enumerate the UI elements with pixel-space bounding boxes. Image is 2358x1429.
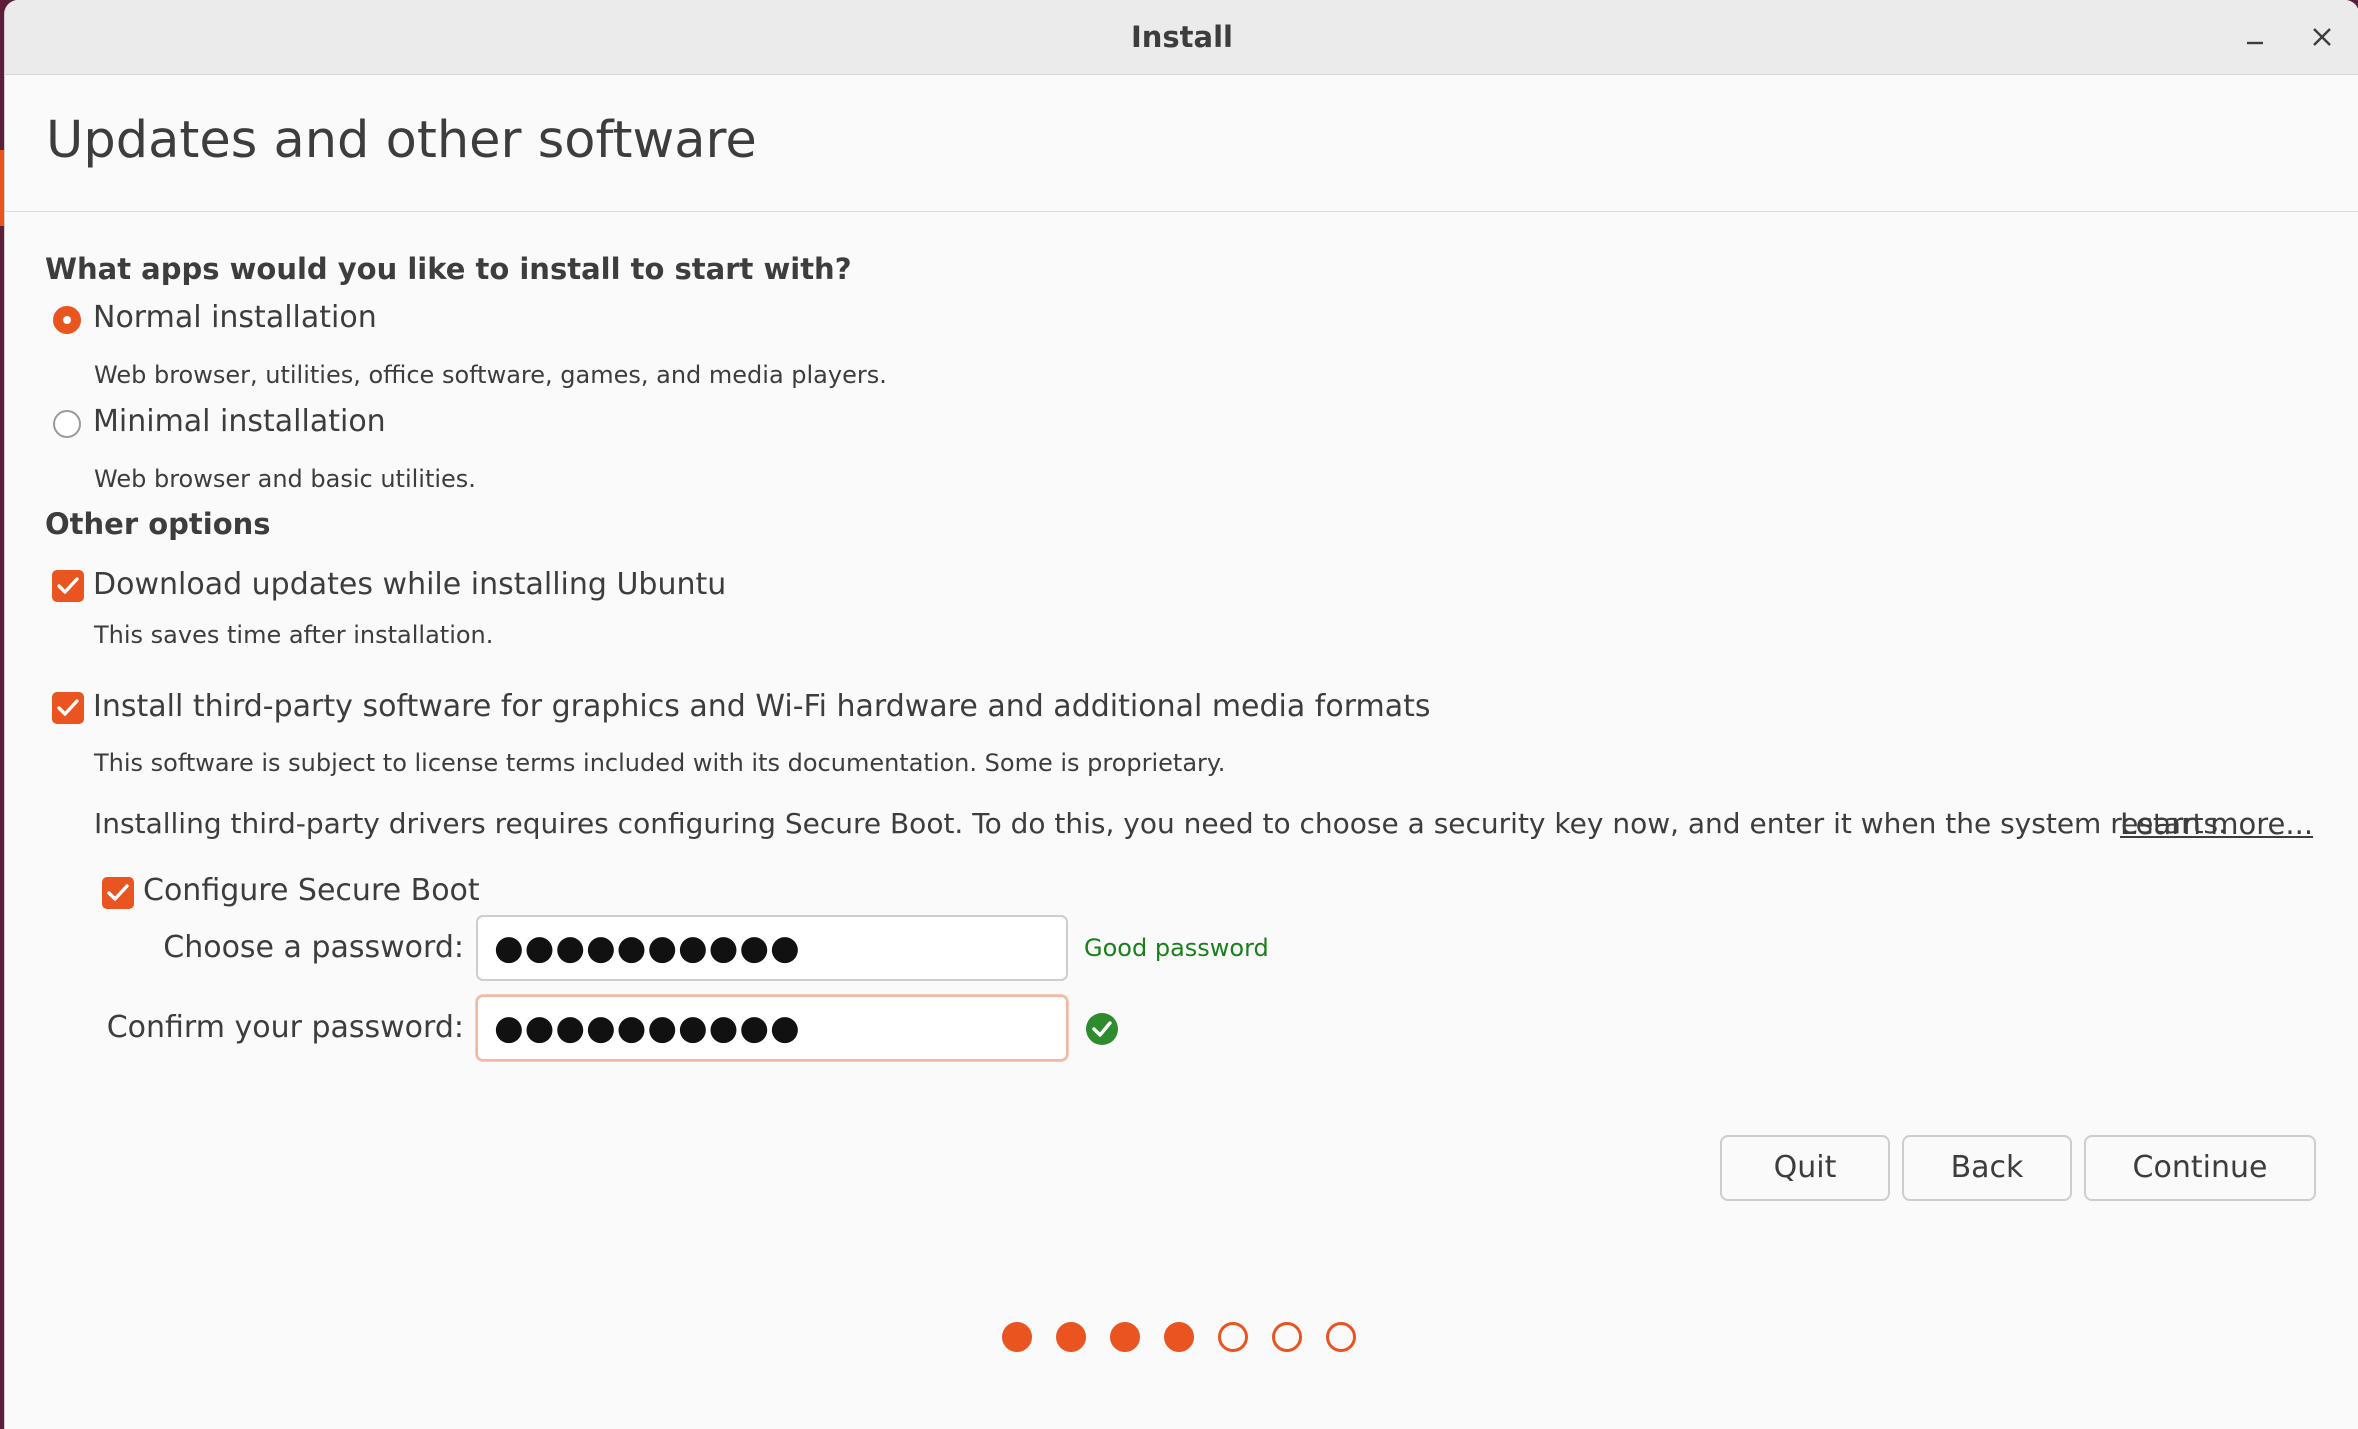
- progress-dot-2: [1056, 1322, 1086, 1352]
- secure-boot-note: Installing third-party drivers requires …: [94, 807, 2228, 840]
- other-options-title: Other options: [45, 507, 271, 541]
- third-party-description: This software is subject to license term…: [94, 749, 1226, 777]
- window-title: Install: [1130, 20, 1233, 54]
- minimal-installation-label[interactable]: Minimal installation: [93, 404, 386, 439]
- page-title: Updates and other software: [46, 111, 757, 170]
- checkmark-icon: [107, 884, 129, 901]
- quit-button[interactable]: Quit: [1720, 1135, 1890, 1201]
- confirm-password-field[interactable]: ●●●●●●●●●●: [476, 995, 1068, 1061]
- learn-more-link[interactable]: Learn more...: [2120, 807, 2313, 841]
- checkmark-icon: [57, 577, 79, 594]
- minimize-button[interactable]: [2232, 14, 2278, 60]
- confirm-password-label: Confirm your password:: [106, 1010, 464, 1045]
- third-party-label[interactable]: Install third-party software for graphic…: [93, 689, 1431, 724]
- download-updates-checkbox[interactable]: [52, 570, 84, 602]
- choose-password-label: Choose a password:: [163, 930, 464, 965]
- download-updates-description: This saves time after installation.: [94, 621, 494, 649]
- continue-button[interactable]: Continue: [2084, 1135, 2316, 1201]
- title-bar[interactable]: Install: [5, 0, 2358, 75]
- third-party-checkbox[interactable]: [52, 692, 84, 724]
- minimize-icon: [2247, 41, 2263, 45]
- configure-secure-boot-checkbox[interactable]: [102, 877, 134, 909]
- normal-installation-radio[interactable]: [53, 306, 81, 334]
- progress-dot-4: [1164, 1322, 1194, 1352]
- minimal-installation-radio[interactable]: [53, 410, 81, 438]
- close-button[interactable]: [2299, 14, 2345, 60]
- download-updates-label[interactable]: Download updates while installing Ubuntu: [93, 567, 726, 602]
- progress-dot-7: [1326, 1322, 1356, 1352]
- progress-dot-6: [1272, 1322, 1302, 1352]
- progress-dot-1: [1002, 1322, 1032, 1352]
- back-button[interactable]: Back: [1902, 1135, 2072, 1201]
- normal-installation-label[interactable]: Normal installation: [93, 300, 377, 335]
- password-strength-text: Good password: [1084, 934, 1269, 962]
- apps-section-title: What apps would you like to install to s…: [45, 252, 852, 286]
- minimal-installation-description: Web browser and basic utilities.: [94, 465, 476, 493]
- installer-window: Install Updates and other software What …: [4, 0, 2358, 1429]
- choose-password-field[interactable]: ●●●●●●●●●●: [476, 915, 1068, 981]
- configure-secure-boot-label[interactable]: Configure Secure Boot: [143, 873, 480, 908]
- password-match-check-icon: [1085, 1012, 1119, 1050]
- page-header: Updates and other software: [5, 75, 2358, 212]
- checkmark-icon: [57, 699, 79, 716]
- progress-dot-3: [1110, 1322, 1140, 1352]
- progress-dot-5: [1218, 1322, 1248, 1352]
- normal-installation-description: Web browser, utilities, office software,…: [94, 361, 887, 389]
- close-icon: [2313, 28, 2331, 46]
